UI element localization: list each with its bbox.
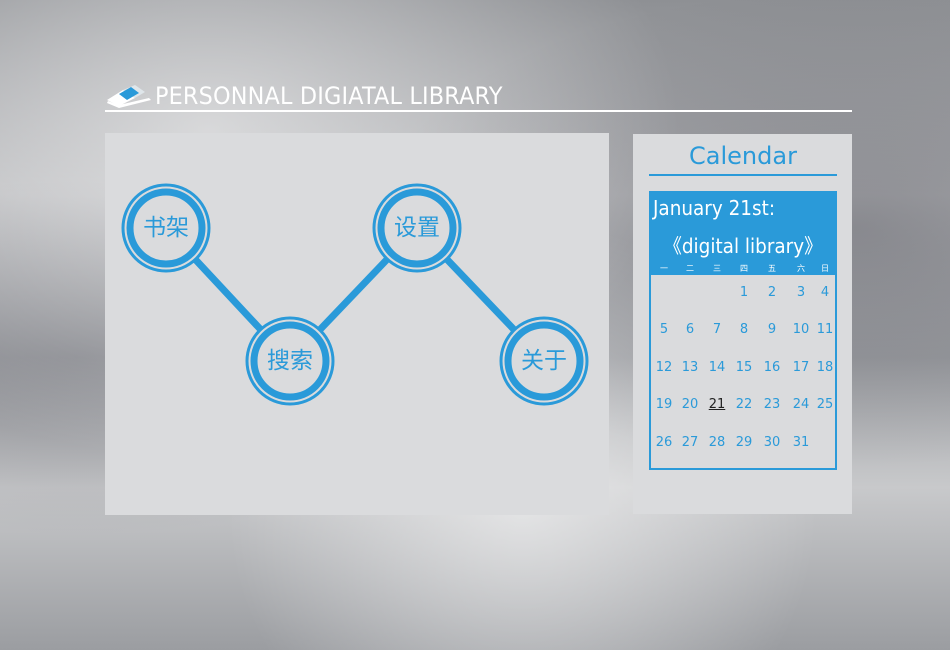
weekday-label: 三 [713, 264, 721, 273]
calendar-day[interactable]: 9 [759, 322, 785, 337]
calendar-day[interactable]: 26 [651, 435, 677, 450]
calendar-date-label: January 21st: [653, 196, 776, 220]
calendar-day[interactable]: 5 [651, 322, 677, 337]
weekday-label: 一 [660, 264, 668, 273]
calendar-day[interactable]: 13 [677, 360, 703, 375]
calendar-title-divider [649, 174, 837, 176]
calendar-day[interactable]: 27 [677, 435, 703, 450]
calendar-day[interactable]: 31 [788, 435, 814, 450]
calendar-day[interactable]: 4 [812, 285, 838, 300]
nav-about-button[interactable]: 关于 [504, 346, 584, 376]
weekday-label: 四 [740, 264, 748, 273]
open-book-icon [107, 85, 151, 108]
page-header: PERSONNAL DIGIATAL LIBRARY [105, 80, 852, 112]
weekday-label: 五 [768, 264, 776, 273]
calendar-widget: January 21st: 《digital library》 一二三四五六日 … [649, 191, 837, 470]
nav-search-button[interactable]: 搜索 [250, 346, 330, 376]
calendar-day[interactable]: 23 [759, 397, 785, 412]
calendar-subtitle: 《digital library》 [663, 234, 823, 258]
calendar-day[interactable]: 24 [788, 397, 814, 412]
calendar-day[interactable]: 7 [704, 322, 730, 337]
calendar-day[interactable]: 20 [677, 397, 703, 412]
calendar-day[interactable]: 8 [731, 322, 757, 337]
calendar-day[interactable]: 3 [788, 285, 814, 300]
weekday-label: 日 [821, 264, 829, 273]
calendar-day[interactable]: 18 [812, 360, 838, 375]
calendar-day[interactable]: 15 [731, 360, 757, 375]
calendar-panel: Calendar January 21st: 《digital library》… [633, 134, 852, 514]
calendar-day[interactable]: 28 [704, 435, 730, 450]
app-title: PERSONNAL DIGIATAL LIBRARY [155, 82, 503, 110]
calendar-day[interactable]: 30 [759, 435, 785, 450]
calendar-day[interactable]: 25 [812, 397, 838, 412]
nav-settings-button[interactable]: 设置 [377, 213, 457, 243]
weekday-label: 六 [797, 264, 805, 273]
weekday-label: 二 [686, 264, 694, 273]
calendar-day[interactable]: 2 [759, 285, 785, 300]
calendar-day[interactable]: 29 [731, 435, 757, 450]
calendar-day[interactable]: 17 [788, 360, 814, 375]
calendar-day[interactable]: 22 [731, 397, 757, 412]
calendar-day[interactable]: 10 [788, 322, 814, 337]
header-divider [105, 110, 852, 112]
calendar-day[interactable]: 19 [651, 397, 677, 412]
calendar-day[interactable]: 6 [677, 322, 703, 337]
calendar-day[interactable]: 11 [812, 322, 838, 337]
nav-bookshelf-button[interactable]: 书架 [126, 213, 206, 243]
calendar-day[interactable]: 16 [759, 360, 785, 375]
calendar-day[interactable]: 12 [651, 360, 677, 375]
nav-connector-graphic [121, 183, 589, 406]
calendar-day[interactable]: 14 [704, 360, 730, 375]
calendar-header: January 21st: 《digital library》 一 二 三 四 五 六 日 [651, 193, 835, 275]
calendar-title: Calendar [689, 142, 797, 170]
navigation-panel: 书架 搜索 设置 关于 [105, 133, 609, 515]
calendar-day-today[interactable]: 21 [704, 397, 730, 412]
calendar-day[interactable]: 1 [731, 285, 757, 300]
